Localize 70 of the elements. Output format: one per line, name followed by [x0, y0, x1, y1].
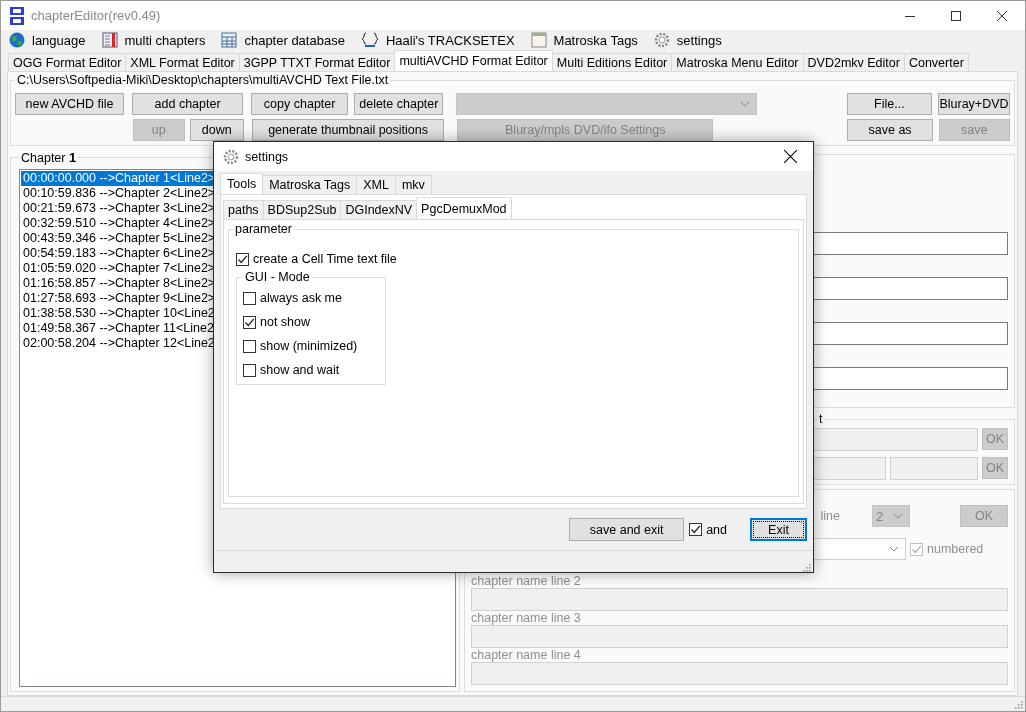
resize-grip-icon[interactable] — [801, 562, 811, 572]
file-path: C:\Users\Softpedia-Miki\Desktop\chapters\multiAVCHD Text File.txt — [16, 73, 390, 87]
save-and-exit-button[interactable]: save and exit — [569, 518, 685, 541]
line-label: line — [820, 509, 840, 523]
tab[interactable]: Converter — [903, 53, 969, 71]
checkbox-label: and — [706, 522, 727, 537]
checkbox-label: not show — [260, 315, 311, 329]
tab[interactable]: mkv — [394, 175, 432, 194]
toolbar-button[interactable]: save as — [847, 119, 933, 141]
text-field[interactable] — [471, 588, 1008, 611]
toolbar-button[interactable]: File... — [846, 93, 932, 115]
toolbar-button[interactable]: down — [189, 119, 245, 141]
tab[interactable]: Matroska Tags — [262, 175, 358, 194]
tab[interactable]: paths — [223, 200, 264, 219]
globe-icon — [9, 32, 25, 48]
caret-icon — [889, 546, 899, 552]
menu-item[interactable]: Haali's TRACKSETEX — [358, 30, 517, 50]
group-title: GUI - Mode — [244, 270, 311, 284]
notebook-icon — [101, 32, 118, 48]
menu-item[interactable]: settings — [651, 30, 724, 50]
checkbox-label: show (minimized) — [260, 339, 358, 353]
checkbox-label: numbered — [927, 542, 984, 556]
toolbar-button[interactable]: copy chapter — [251, 93, 349, 115]
tab[interactable]: DGIndexNV — [340, 200, 418, 219]
field-label: chapter name line 2 — [471, 574, 582, 588]
text-field[interactable] — [890, 457, 978, 480]
checkbox[interactable] — [243, 363, 256, 377]
chapter-number: 1 — [68, 150, 77, 165]
tab[interactable]: OGG Format Editor — [8, 53, 127, 71]
exit-button[interactable]: Exit — [750, 518, 807, 541]
tab[interactable]: BDSup2Sub — [262, 200, 342, 219]
gear-icon — [223, 148, 239, 165]
checkbox[interactable] — [243, 315, 256, 329]
tab[interactable]: PgcDemuxMod — [416, 197, 512, 219]
group-title: Chapter — [21, 151, 66, 165]
menu-item[interactable]: language — [7, 30, 88, 50]
checkbox-label: show and wait — [260, 363, 340, 377]
checkbox[interactable] — [243, 291, 256, 305]
text-field[interactable] — [471, 625, 1008, 648]
menu-item[interactable]: chapter database — [219, 30, 347, 50]
group-title: t — [818, 412, 824, 426]
checkbox-label: create a Cell Time text file — [253, 252, 397, 266]
menu-item[interactable]: Matroska Tags — [528, 30, 640, 50]
maximize-icon[interactable] — [951, 10, 961, 21]
close-icon[interactable] — [997, 10, 1007, 21]
braces-icon — [360, 32, 379, 48]
field-label: chapter name line 3 — [471, 611, 582, 625]
text-field[interactable] — [471, 662, 1008, 685]
checkbox[interactable] — [243, 339, 256, 353]
close-icon[interactable] — [783, 150, 797, 163]
toolbar-button[interactable]: Bluray+DVD — [938, 93, 1010, 115]
checkbox[interactable] — [236, 252, 249, 266]
field-label: chapter name line 4 — [471, 648, 582, 662]
resize-grip-icon[interactable] — [1013, 699, 1023, 709]
window-title: chapterEditor(rev0.49) — [31, 8, 162, 23]
tab[interactable]: Tools — [220, 173, 264, 194]
app-logo-icon — [9, 5, 25, 26]
checkbox-label: always ask me — [260, 291, 342, 305]
toolbar-button[interactable]: new AVCHD file — [15, 93, 125, 115]
toolbar-button[interactable]: delete chapter — [354, 93, 444, 115]
group-title: parameter — [234, 222, 293, 236]
caret-icon — [739, 101, 750, 107]
toolbar-button[interactable]: add chapter — [132, 93, 244, 115]
toolbar-button[interactable]: generate thumbnail positions — [252, 119, 445, 141]
checkbox[interactable] — [689, 523, 703, 536]
tab[interactable]: multiAVCHD Format Editor — [394, 50, 553, 71]
dialog-title: settings — [245, 149, 290, 164]
caret-icon — [893, 513, 903, 519]
gear-icon — [653, 32, 670, 48]
menu-item[interactable]: multi chapters — [99, 30, 208, 50]
